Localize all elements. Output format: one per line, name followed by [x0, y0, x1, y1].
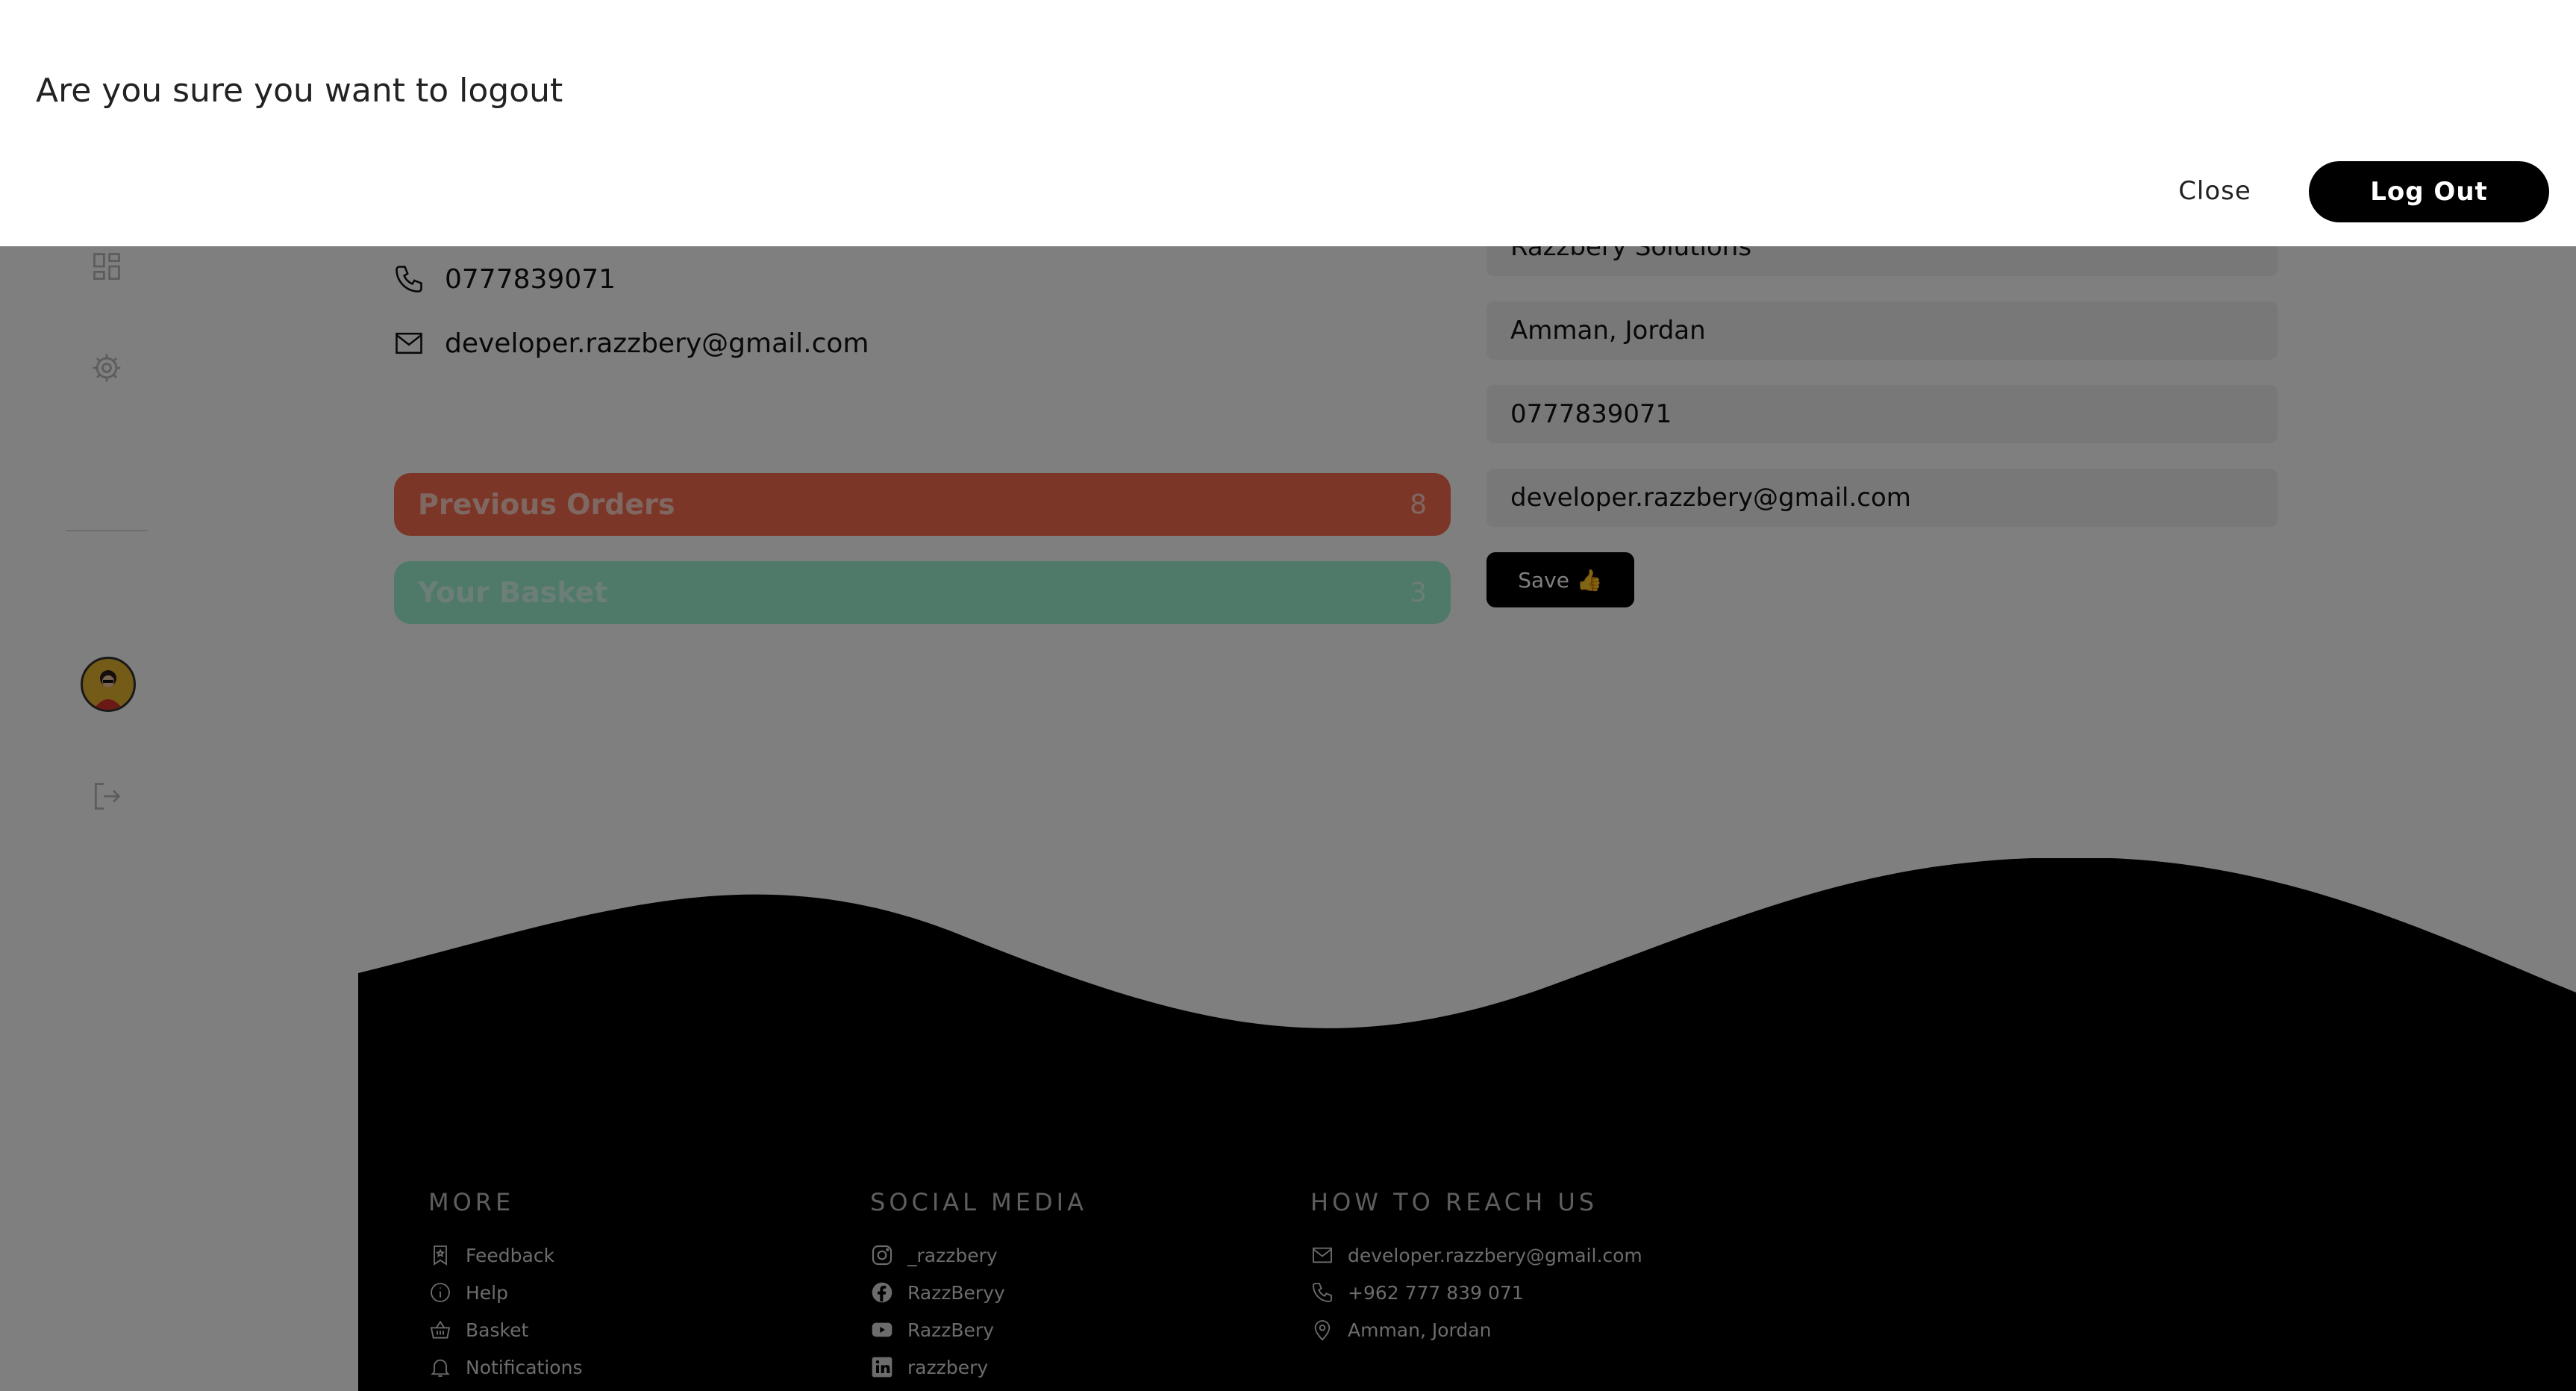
log-out-button[interactable]: Log Out [2309, 161, 2549, 222]
logout-confirm-dialog: Are you sure you want to logout Close Lo… [0, 0, 2576, 246]
close-button[interactable]: Close [2149, 161, 2280, 221]
dialog-title: Are you sure you want to logout [36, 72, 563, 110]
